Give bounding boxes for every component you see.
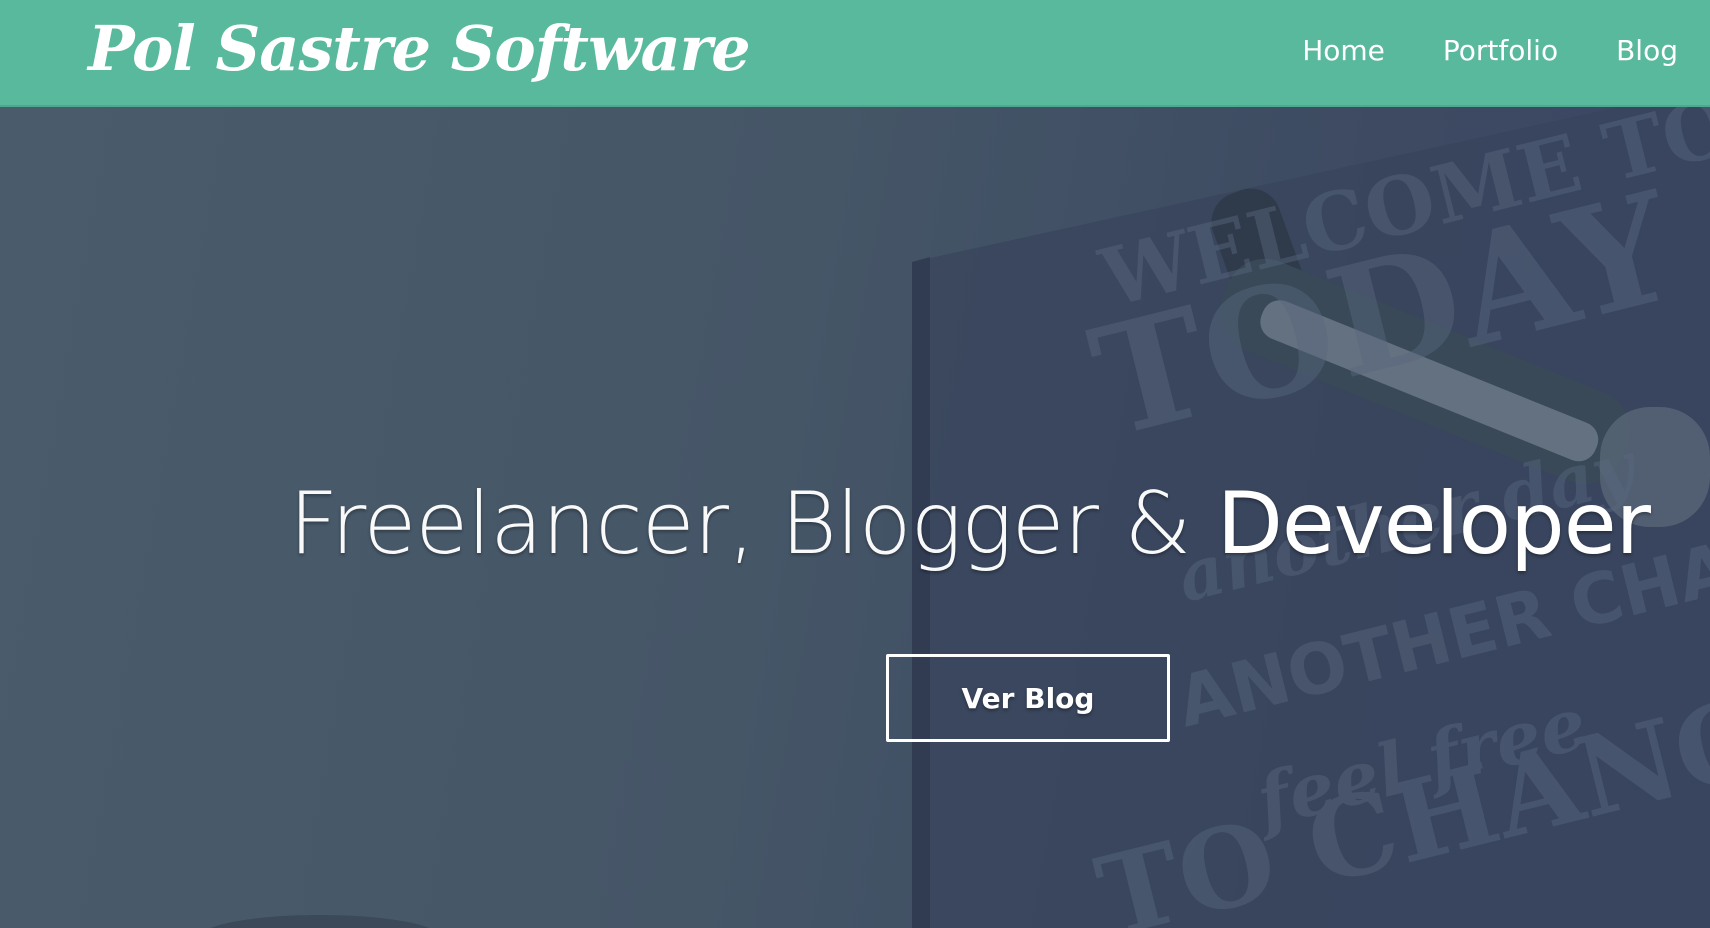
ver-blog-button[interactable]: Ver Blog [886, 654, 1170, 742]
nav-item-blog[interactable]: Blog [1616, 34, 1678, 67]
top-navbar: Pol Sastre Software Home Portfolio Blog [0, 0, 1710, 107]
hero-headline-roles: Freelancer, Blogger & [288, 474, 1217, 574]
brand-logo[interactable]: Pol Sastre Software [88, 4, 751, 94]
hero-headline: Freelancer, Blogger & Developer [288, 469, 1651, 579]
nav-item-portfolio[interactable]: Portfolio [1443, 34, 1558, 67]
hero-headline-developer: Developer [1216, 474, 1651, 574]
nav-item-home[interactable]: Home [1302, 34, 1385, 67]
main-nav: Home Portfolio Blog [1302, 0, 1678, 100]
hero-section: WELCOME TO TODAY another day ANOTHER CHA… [0, 107, 1710, 928]
